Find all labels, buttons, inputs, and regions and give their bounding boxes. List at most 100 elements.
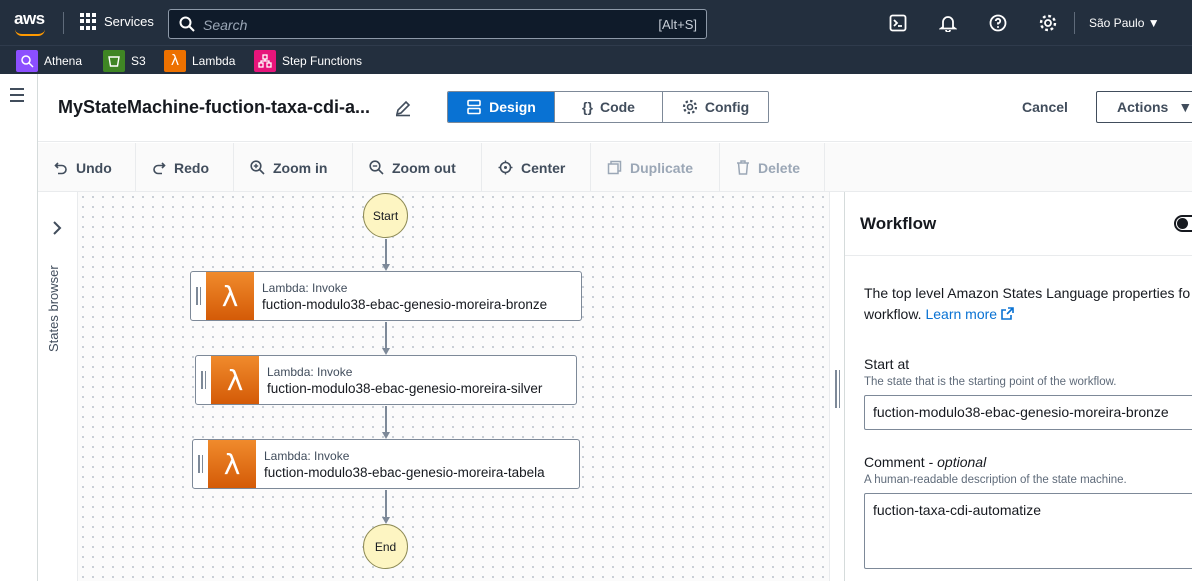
start-at-select[interactable]: fuction-modulo38-ebac-genesio-moreira-br… (864, 395, 1192, 430)
duplicate-label: Duplicate (630, 159, 694, 176)
tab-label: Design (489, 99, 536, 115)
tab-design[interactable]: Design (448, 92, 555, 122)
comment-textarea[interactable]: fuction-taxa-cdi-automatize (864, 493, 1192, 569)
arrow-icon (382, 348, 390, 355)
panel-toggle[interactable] (1174, 215, 1192, 232)
cloudshell-icon[interactable] (887, 12, 909, 34)
favorite-label: S3 (131, 54, 146, 68)
description-line: The top level Amazon States Language pro… (864, 285, 1191, 301)
tab-config[interactable]: Config (663, 92, 768, 122)
state-type: Lambda: Invoke (262, 280, 348, 295)
undo-label: Undo (76, 159, 112, 176)
code-icon: {} (582, 99, 593, 115)
graph-toolbar: Undo Redo Zoom in Zoom out Center Duplic… (38, 143, 1192, 192)
start-node[interactable]: Start (363, 193, 408, 238)
start-at-hint: The state that is the starting point of … (864, 376, 1117, 388)
favorite-step-functions[interactable]: Step Functions (254, 50, 362, 72)
favorite-lambda[interactable]: λ Lambda (164, 50, 235, 72)
optional-label: optional (937, 454, 987, 470)
comment-label-text: Comment (864, 454, 925, 470)
lambda-icon: λ (164, 50, 186, 72)
favorite-label: Step Functions (282, 54, 363, 68)
duplicate-icon (607, 160, 622, 175)
panel-resize-handle[interactable] (829, 192, 844, 581)
states-browser-panel: States browser (38, 192, 78, 581)
aws-logo[interactable]: aws (14, 9, 45, 36)
region-label: São Paulo (1089, 16, 1145, 30)
zoom-in-button[interactable]: Zoom in (234, 143, 353, 192)
grid-icon (80, 13, 97, 30)
graph-edge (385, 406, 387, 433)
expand-chevron-icon[interactable] (50, 220, 64, 236)
arrow-icon (382, 432, 390, 439)
state-machine-header: MyStateMachine-fuction-taxa-cdi-a... Des… (38, 74, 1192, 142)
delete-label: Delete (758, 159, 801, 176)
actions-label: Actions (1117, 99, 1169, 115)
caret-down-icon: ▼ (1147, 16, 1160, 30)
menu-icon[interactable] (10, 88, 24, 106)
region-selector[interactable]: São Paulo ▼ (1089, 16, 1160, 30)
state-node-bronze[interactable]: λ Lambda: Invoke fuction-modulo38-ebac-g… (190, 271, 582, 321)
zoom-out-button[interactable]: Zoom out (353, 143, 482, 192)
resize-grip-icon (835, 370, 840, 408)
zoom-out-label: Zoom out (392, 159, 456, 176)
panel-title: Workflow (860, 214, 937, 233)
drag-handle-icon[interactable] (191, 272, 206, 320)
graph-edge (385, 322, 387, 349)
zoom-out-icon (369, 160, 384, 175)
search-placeholder: Search (203, 17, 248, 33)
drag-handle-icon[interactable] (193, 440, 208, 488)
redo-button[interactable]: Redo (136, 143, 234, 192)
learn-more-link[interactable]: Learn more (925, 306, 1014, 322)
panel-header: Workflow (845, 192, 1192, 256)
zoom-in-label: Zoom in (273, 159, 328, 176)
state-type: Lambda: Invoke (267, 364, 353, 379)
start-at-label: Start at (864, 356, 910, 372)
undo-button[interactable]: Undo (38, 143, 136, 192)
graph-edge (385, 239, 387, 265)
top-navigation-bar: aws Services Search [Alt+S] São Paulo ▼ (0, 0, 1192, 45)
state-name: fuction-modulo38-ebac-genesio-moreira-br… (262, 296, 548, 312)
actions-dropdown[interactable]: Actions ▼ (1096, 91, 1192, 123)
delete-button[interactable]: Delete (720, 143, 825, 192)
drag-handle-icon[interactable] (196, 356, 211, 404)
state-node-silver[interactable]: λ Lambda: Invoke fuction-modulo38-ebac-g… (195, 355, 577, 405)
state-type: Lambda: Invoke (264, 448, 350, 463)
services-menu-button[interactable]: Services (80, 13, 154, 30)
bell-icon[interactable] (937, 12, 959, 34)
end-node[interactable]: End (363, 524, 408, 569)
edit-name-icon[interactable] (394, 99, 412, 117)
comment-label: Comment - optional (864, 454, 987, 470)
workflow-graph-canvas[interactable]: Start λ Lambda: Invoke fuction-modulo38-… (78, 192, 829, 581)
favorite-s3[interactable]: S3 (103, 50, 146, 72)
favorite-label: Lambda (192, 54, 236, 68)
learn-more-label: Learn more (925, 306, 998, 322)
lambda-icon: λ (206, 272, 254, 320)
tab-code[interactable]: {} Code (555, 92, 663, 122)
center-button[interactable]: Center (482, 143, 591, 192)
state-node-tabela[interactable]: λ Lambda: Invoke fuction-modulo38-ebac-g… (192, 439, 580, 489)
redo-icon (153, 161, 166, 174)
gear-icon (682, 99, 697, 115)
page-title: MyStateMachine-fuction-taxa-cdi-a... (58, 97, 371, 117)
graph-edge (385, 490, 387, 518)
gear-icon[interactable] (1037, 12, 1059, 34)
cancel-button[interactable]: Cancel (1022, 99, 1068, 115)
arrow-icon (382, 264, 390, 271)
search-shortcut: [Alt+S] (658, 17, 697, 32)
lambda-icon: λ (211, 356, 259, 404)
state-name: fuction-modulo38-ebac-genesio-moreira-ta… (264, 464, 545, 480)
center-icon (498, 160, 513, 175)
states-browser-label[interactable]: States browser (46, 265, 61, 352)
search-input[interactable]: Search [Alt+S] (168, 9, 707, 39)
comment-hint: A human-readable description of the stat… (864, 474, 1127, 486)
tab-label: Config (704, 99, 750, 115)
external-link-icon (1001, 307, 1014, 320)
side-navigation-rail (0, 74, 38, 581)
favorite-athena[interactable]: Athena (16, 50, 82, 72)
center-label: Center (521, 159, 566, 176)
state-name: fuction-modulo38-ebac-genesio-moreira-si… (267, 380, 543, 396)
help-icon[interactable] (987, 12, 1009, 34)
duplicate-button[interactable]: Duplicate (591, 143, 720, 192)
arrow-icon (382, 517, 390, 524)
